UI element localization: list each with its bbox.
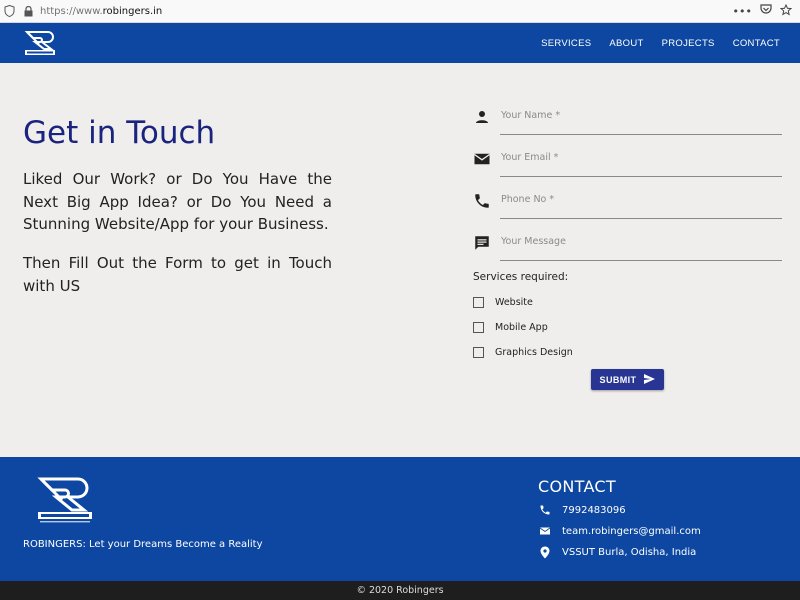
star-icon[interactable] xyxy=(779,3,793,19)
person-icon xyxy=(473,108,491,126)
pocket-icon[interactable] xyxy=(760,4,772,18)
message-placeholder: Your Message xyxy=(501,236,566,247)
main-nav: SERVICES ABOUT PROJECTS CONTACT xyxy=(541,23,780,63)
nav-projects[interactable]: PROJECTS xyxy=(662,38,715,49)
graphics-design-label: Graphics Design xyxy=(495,346,573,358)
service-mobile-app-option[interactable]: Mobile App xyxy=(473,320,548,334)
url-scheme: https://www. xyxy=(40,5,103,17)
phone-field[interactable]: Phone No * xyxy=(473,189,782,219)
browser-address-bar: https://www.robingers.in ••• xyxy=(0,0,800,23)
shield-icon[interactable] xyxy=(4,5,18,17)
service-website-option[interactable]: Website xyxy=(473,295,533,309)
message-underline xyxy=(500,260,782,261)
email-underline xyxy=(500,176,782,177)
url-host: robingers.in xyxy=(102,5,163,17)
website-checkbox[interactable] xyxy=(473,296,484,308)
copyright-text: © 2020 Robingers xyxy=(356,585,444,596)
site-footer: ROBINGERS: Let your Dreams Become a Real… xyxy=(0,457,800,581)
phone-underline xyxy=(500,218,782,219)
nav-about[interactable]: ABOUT xyxy=(609,38,643,49)
contact-heading: CONTACT xyxy=(538,477,616,496)
contact-email: team.robingers@gmail.com xyxy=(538,524,701,538)
service-graphics-design-option[interactable]: Graphics Design xyxy=(473,345,573,359)
submit-label: SUBMIT xyxy=(599,374,637,385)
website-label: Website xyxy=(495,296,533,308)
nav-services[interactable]: SERVICES xyxy=(541,38,591,49)
nav-contact[interactable]: CONTACT xyxy=(733,38,780,49)
message-field[interactable]: Your Message xyxy=(473,231,782,261)
lock-icon[interactable] xyxy=(24,5,36,17)
submit-button[interactable]: SUBMIT xyxy=(591,369,664,390)
robingers-logo[interactable] xyxy=(24,30,56,56)
contact-phone-text[interactable]: 7992483096 xyxy=(562,505,626,516)
browser-actions: ••• xyxy=(733,3,793,19)
url-field[interactable]: https://www.robingers.in xyxy=(40,6,162,17)
services-required-label: Services required: xyxy=(473,271,569,283)
mobile-app-checkbox[interactable] xyxy=(473,321,484,333)
contact-address-text: VSSUT Burla, Odisha, India xyxy=(562,546,697,558)
robingers-footer-logo xyxy=(36,476,94,524)
copyright-bar: © 2020 Robingers xyxy=(0,581,800,600)
email-placeholder: Your Email * xyxy=(501,152,559,163)
phone-icon xyxy=(538,503,552,517)
footer-tagline: ROBINGERS: Let your Dreams Become a Real… xyxy=(23,539,263,550)
graphics-design-checkbox[interactable] xyxy=(473,346,484,358)
email-icon xyxy=(538,524,552,538)
phone-icon xyxy=(473,192,491,210)
message-icon xyxy=(473,234,491,252)
name-field[interactable]: Your Name * xyxy=(473,105,782,135)
phone-placeholder: Phone No * xyxy=(501,194,555,205)
cta-paragraph: Then Fill Out the Form to get in Touch w… xyxy=(23,254,332,295)
page-title: Get in Touch xyxy=(23,115,216,151)
location-pin-icon xyxy=(538,545,552,559)
email-field[interactable]: Your Email * xyxy=(473,147,782,177)
more-icon[interactable]: ••• xyxy=(733,5,752,18)
name-underline xyxy=(500,134,782,135)
mobile-app-label: Mobile App xyxy=(495,321,548,333)
send-icon xyxy=(644,373,656,386)
intro-paragraph: Liked Our Work? or Do You Have the Next … xyxy=(23,170,332,233)
name-placeholder: Your Name * xyxy=(501,110,561,121)
contact-email-text[interactable]: team.robingers@gmail.com xyxy=(562,526,701,537)
contact-address: VSSUT Burla, Odisha, India xyxy=(538,545,696,559)
site-header: SERVICES ABOUT PROJECTS CONTACT xyxy=(0,23,800,63)
contact-phone: 7992483096 xyxy=(538,503,626,517)
email-icon xyxy=(473,150,491,168)
